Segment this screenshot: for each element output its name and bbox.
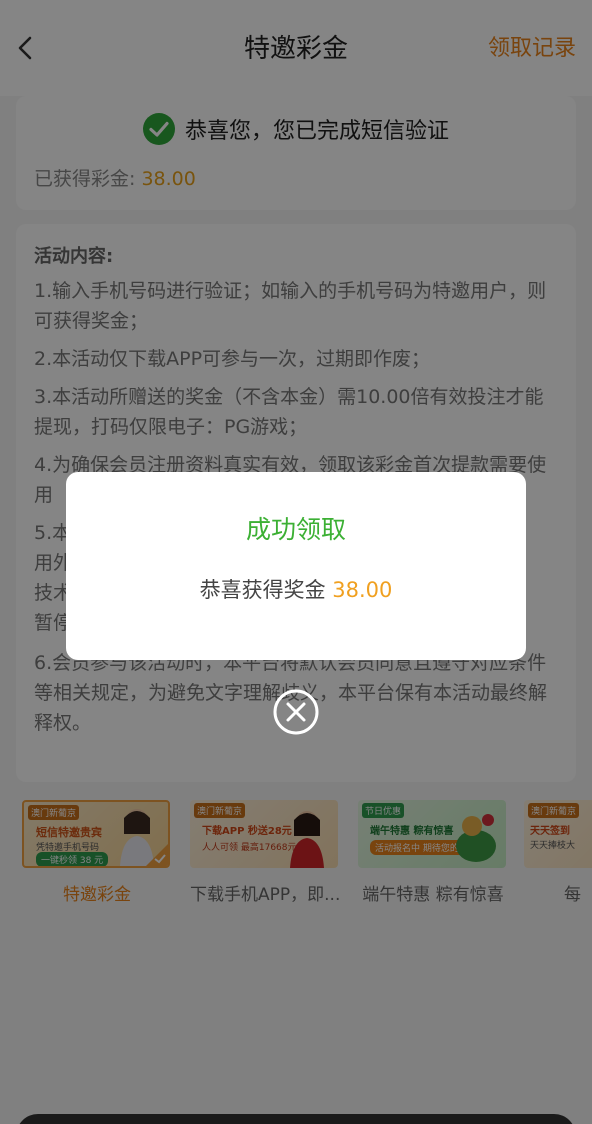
close-circle-icon[interactable] xyxy=(272,688,320,736)
modal-amount: 38.00 xyxy=(332,578,393,602)
modal-message-prefix: 恭喜获得奖金 xyxy=(199,578,333,602)
modal-message: 恭喜获得奖金 38.00 xyxy=(66,574,526,604)
modal-title: 成功领取 xyxy=(245,515,346,544)
success-modal: 成功领取 恭喜获得奖金 38.00 xyxy=(66,472,526,660)
